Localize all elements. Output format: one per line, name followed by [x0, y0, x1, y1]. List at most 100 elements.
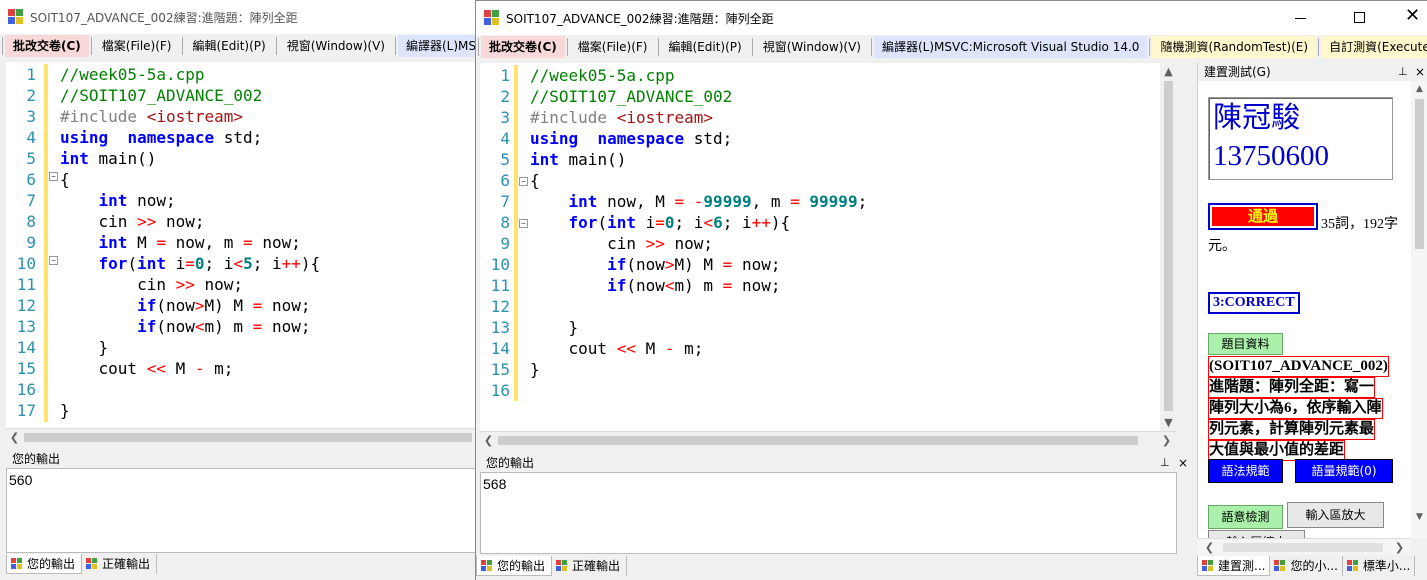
code-token: ;: [857, 192, 868, 211]
minimize-icon[interactable]: [1294, 11, 1308, 25]
code-line: using namespace std;: [60, 127, 262, 148]
code-token: if: [137, 296, 157, 315]
close-icon[interactable]: ✕: [1405, 6, 1420, 26]
line-number: 8: [500, 213, 510, 232]
fold-toggle-icon[interactable]: −: [519, 177, 528, 186]
tab-correct-output[interactable]: 正確輸出: [82, 554, 158, 574]
scroll-up-icon[interactable]: ▲: [1160, 63, 1177, 80]
line-number-gutter: 1 2 3 4 5 6 7 8 9 10 11 12 13 14 15 16: [480, 63, 516, 431]
code-token: m;: [674, 339, 704, 358]
code-token: >>: [645, 234, 665, 253]
enlarge-input-button[interactable]: 輸入區放大: [1287, 502, 1384, 528]
menu-edit[interactable]: 編輯(Edit)(P): [185, 35, 274, 57]
menu-random-test[interactable]: 隨機測資(RandomTest)(E): [1152, 36, 1317, 58]
scroll-thumb[interactable]: [498, 436, 1138, 445]
code-token: namespace: [127, 128, 215, 147]
syntax-rules-button[interactable]: 語法規範: [1208, 459, 1283, 483]
scroll-right-icon[interactable]: ❯: [1391, 539, 1408, 556]
line-number: 8: [26, 212, 36, 231]
code-token: =: [243, 233, 253, 252]
code-line: int M = now, m = now;: [60, 232, 301, 253]
line-number: 2: [26, 86, 36, 105]
scroll-left-icon[interactable]: ❮: [6, 429, 23, 446]
menu-file[interactable]: 檔案(File)(F): [94, 35, 180, 57]
left-horizontal-scrollbar[interactable]: ❮: [6, 428, 476, 445]
scroll-thumb[interactable]: [24, 433, 472, 442]
tab-standard-small[interactable]: 標準小...: [1343, 556, 1416, 576]
problem-info-button[interactable]: 題目資料: [1208, 333, 1283, 355]
scroll-down-icon[interactable]: ▼: [1160, 414, 1177, 431]
volume-rules-button[interactable]: 語量規範(0): [1295, 459, 1393, 483]
close-panel-icon[interactable]: ×: [1415, 63, 1425, 81]
right-title-bar[interactable]: SOIT107_ADVANCE_002練習:進階題：陣列全距 ✕: [476, 1, 1427, 35]
pin-icon[interactable]: ⊥: [1398, 63, 1408, 81]
scroll-left-icon[interactable]: ❮: [480, 432, 497, 449]
left-output-header: 您的輸出: [6, 450, 476, 468]
menu-submit[interactable]: 批改交卷(C): [481, 36, 565, 58]
scroll-thumb[interactable]: [1415, 99, 1424, 249]
menu-submit[interactable]: 批改交卷(C): [5, 35, 89, 57]
code-token: main(): [88, 149, 157, 168]
code-token: (now: [156, 317, 195, 336]
right-vertical-scrollbar[interactable]: ▲ ▼: [1160, 63, 1177, 431]
code-token: M: [165, 359, 195, 378]
menu-window[interactable]: 視窗(Window)(V): [279, 35, 393, 57]
code-token: <iostream>: [146, 107, 244, 126]
shrink-input-button[interactable]: 輸入區縮小: [1208, 530, 1305, 538]
menu-window[interactable]: 視窗(Window)(V): [755, 36, 869, 58]
code-line: }: [530, 317, 579, 338]
app-icon: [484, 10, 500, 26]
tab-your-output[interactable]: 您的輸出: [6, 554, 83, 574]
code-token: if: [137, 317, 157, 336]
scroll-left-icon[interactable]: ❮: [1201, 539, 1218, 556]
word-count-text: 35詞，192字元。: [1208, 217, 1398, 254]
fold-toggle-icon[interactable]: −: [49, 256, 58, 265]
maximize-icon[interactable]: [1354, 12, 1365, 23]
code-token: >: [194, 296, 205, 315]
code-line: for(int i=0; i<6; i++){: [530, 212, 791, 233]
menu-custom-test[interactable]: 自訂測資(Execute)(E): [1321, 36, 1427, 58]
right-output-box[interactable]: 568: [480, 472, 1177, 554]
code-token: ++: [281, 254, 301, 273]
code-token: now;: [127, 191, 176, 210]
pin-icon[interactable]: ⊥: [1160, 454, 1170, 472]
close-panel-icon[interactable]: ×: [1178, 454, 1188, 472]
line-number: 11: [490, 276, 510, 295]
scroll-down-icon[interactable]: ▼: [1411, 509, 1427, 526]
tab-your-small[interactable]: 您的小...: [1270, 556, 1343, 576]
left-output-box[interactable]: 560: [6, 468, 476, 553]
scroll-thumb[interactable]: [1223, 543, 1383, 552]
menu-edit[interactable]: 編輯(Edit)(P): [661, 36, 750, 58]
menu-file[interactable]: 檔案(File)(F): [570, 36, 656, 58]
scroll-right-icon[interactable]: ❯: [1158, 432, 1175, 449]
code-token: int: [60, 149, 89, 168]
menu-compiler[interactable]: 編譯器(L)MSVC:Microsoft Visual Studio 14.0: [873, 36, 1148, 58]
code-token: for: [568, 213, 598, 232]
code-line: //week05-5a.cpp: [530, 65, 675, 86]
code-token: (: [127, 254, 138, 273]
scroll-up-icon[interactable]: ▲: [1411, 81, 1427, 98]
tab-your-output[interactable]: 您的輸出: [476, 556, 553, 576]
right-code-editor[interactable]: 1 2 3 4 5 6 7 8 9 10 11 12 13 14 15 16 − − //week05-5a.…: [480, 63, 1177, 431]
code-line: if(now<m) m = now;: [60, 316, 310, 337]
left-code-editor[interactable]: 1 2 3 4 5 6 7 8 9 10 11 12 13 14 15 16 17 − − //week05-5…: [6, 62, 476, 428]
scroll-thumb[interactable]: [1164, 81, 1173, 411]
left-title-bar[interactable]: SOIT107_ADVANCE_002練習:進階題：陣列全距: [0, 0, 480, 34]
fold-toggle-icon[interactable]: −: [49, 172, 58, 181]
semantic-check-button[interactable]: 語意檢測: [1208, 505, 1283, 529]
code-token: //week05-5a.cpp: [530, 66, 675, 85]
side-horizontal-scrollbar[interactable]: ❮ ❯: [1197, 538, 1411, 555]
code-token: using: [530, 129, 579, 148]
code-line: cout << M - m;: [60, 358, 234, 379]
menu-compiler[interactable]: 編譯器(L)MSV: [397, 35, 480, 57]
side-vertical-scrollbar[interactable]: ▲ ▼: [1411, 81, 1427, 538]
code-token: =: [722, 276, 733, 295]
menu-separator: [275, 37, 277, 55]
fold-toggle-icon[interactable]: −: [519, 219, 528, 228]
right-horizontal-scrollbar[interactable]: ❮ ❯: [480, 431, 1177, 448]
tab-correct-output[interactable]: 正確輸出: [552, 556, 628, 576]
line-number: 7: [500, 192, 510, 211]
code-token: (now: [626, 255, 665, 274]
tab-build-test[interactable]: 建置測...: [1197, 556, 1271, 576]
